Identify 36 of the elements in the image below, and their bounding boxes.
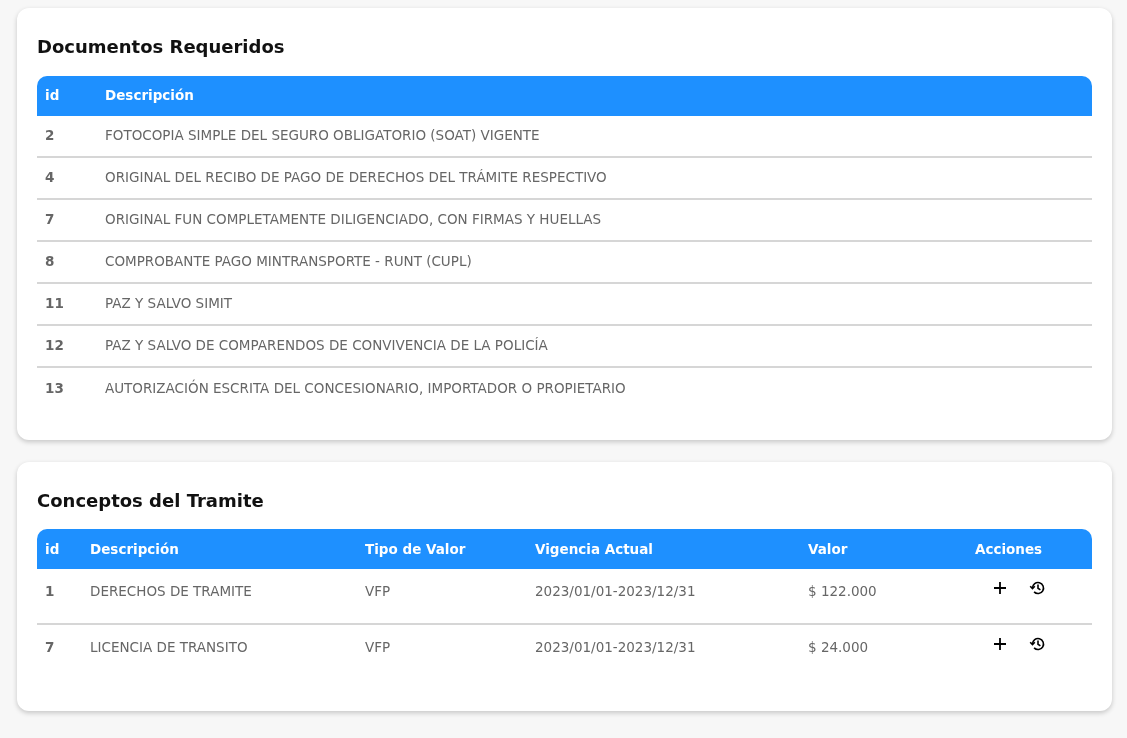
table-cell: FOTOCOPIA SIMPLE DEL SEGURO OBLIGATORIO (SOAT) VIGENTE (97, 115, 1092, 158)
table-cell-text: VFP (364, 638, 392, 658)
table-cell: 12 (37, 325, 97, 368)
table-cell: ORIGINAL DEL RECIBO DE PAGO DE DERECHOS DEL TRÁMITE RESPECTIVO (97, 157, 1092, 200)
section-title: Documentos Requeridos (37, 36, 286, 58)
plus-icon[interactable] (993, 581, 1007, 596)
table-cell-text: 2023/01/01-2023/12/31 (534, 638, 697, 658)
table-cell: PAZ Y SALVO DE COMPARENDOS DE CONVIVENCIA DE LA POLICÍA (97, 325, 1092, 368)
column-header: id (37, 75, 97, 116)
table-cell: DERECHOS DE TRAMITE (82, 569, 357, 626)
table-cell: VFP (357, 569, 527, 626)
table-cell: 11 (37, 283, 97, 326)
table-cell: 1 (37, 569, 82, 626)
table-cell-text: LICENCIA DE TRANSITO (89, 638, 249, 658)
column-header: Acciones (967, 529, 1092, 570)
table-cell: $ 122.000 (800, 569, 967, 626)
section-title: Conceptos del Tramite (37, 489, 265, 512)
table-cell: 8 (37, 241, 97, 284)
table-cell: ORIGINAL FUN COMPLETAMENTE DILIGENCIADO, CON FIRMAS Y HUELLAS (97, 199, 1092, 242)
plus-icon[interactable] (993, 637, 1007, 652)
table-cell-text: 13 (44, 379, 65, 399)
column-header: Valor (800, 529, 967, 570)
column-header: Tipo de Valor (357, 529, 527, 570)
table-cell: COMPROBANTE PAGO MINTRANSPORTE - RUNT (CUPL) (97, 241, 1092, 284)
table-cell: 7 (37, 199, 97, 242)
table-cell: 2023/01/01-2023/12/31 (527, 569, 800, 626)
column-header: id (37, 529, 82, 570)
table-cell-text: 7 (44, 638, 56, 658)
table-cell-text: AUTORIZACIÓN ESCRITA DEL CONCESIONARIO, IMPORTADOR O PROPIETARIO (104, 378, 627, 399)
column-header: Vigencia Actual (527, 529, 800, 570)
table-cell: PAZ Y SALVO SIMIT (97, 283, 1092, 326)
table-cell: 4 (37, 157, 97, 200)
table-cell: 2 (37, 115, 97, 158)
column-header: Descripción (97, 75, 1092, 116)
column-header: Descripción (82, 529, 357, 570)
table-cell-text: $ 24.000 (807, 638, 870, 658)
